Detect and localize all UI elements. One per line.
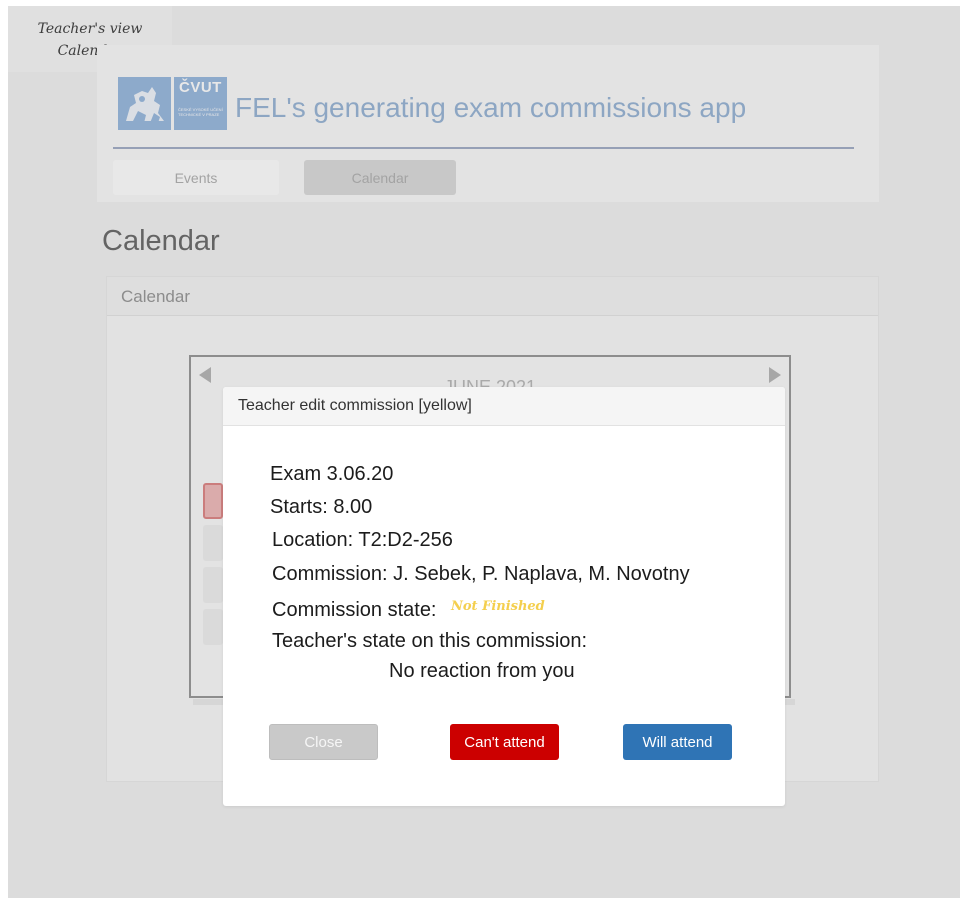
- commission-state-label: Commission state:: [272, 599, 437, 621]
- exam-start-time: Starts: 8.00: [270, 496, 373, 518]
- cant-attend-button[interactable]: Can't attend: [450, 724, 559, 760]
- commission-state-badge: Not Finished: [451, 599, 545, 614]
- commission-members: Commission: J. Sebek, P. Naplava, M. Nov…: [272, 563, 690, 585]
- exam-location: Location: T2:D2-256: [272, 529, 453, 551]
- dialog-title: Teacher edit commission [yellow]: [223, 387, 785, 426]
- will-attend-button[interactable]: Will attend: [623, 724, 732, 760]
- teacher-state-label: Teacher's state on this commission:: [272, 630, 588, 652]
- exam-name: Exam 3.06.20: [270, 463, 394, 485]
- close-button[interactable]: Close: [269, 724, 378, 760]
- edit-commission-dialog: Teacher edit commission [yellow] Exam 3.…: [223, 387, 785, 806]
- teacher-state-value: No reaction from you: [389, 660, 575, 682]
